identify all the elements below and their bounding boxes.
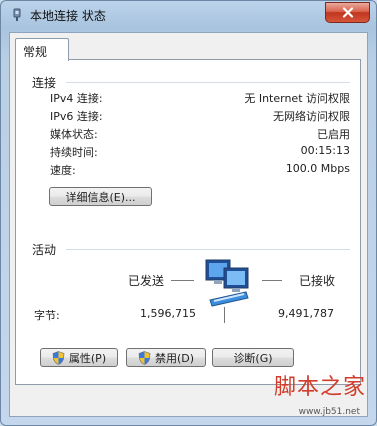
- ipv6-label: IPv6 连接:: [50, 110, 103, 123]
- ipv4-value: 无 Internet 访问权限: [244, 92, 350, 105]
- activity-heading: 活动: [32, 243, 57, 257]
- dialog-window: 本地连接 状态 常规 连接 IPv4 连接: 无 Internet 访问权限 I…: [0, 0, 377, 426]
- connection-heading: 连接: [32, 76, 57, 90]
- tab-panel: 连接 IPv4 连接: 无 Internet 访问权限 IPv6 连接: 无网络…: [15, 59, 361, 385]
- properties-label: 属性(P): [68, 351, 107, 365]
- row-speed: 速度: 100.0 Mbps: [50, 162, 350, 178]
- speed-label: 速度:: [50, 164, 76, 177]
- row-duration: 持续时间: 00:15:13: [50, 144, 350, 160]
- activity-separator: [224, 307, 225, 323]
- duration-label: 持续时间:: [50, 146, 98, 159]
- row-ipv6: IPv6 连接: 无网络访问权限: [50, 108, 350, 124]
- tab-general[interactable]: 常规: [15, 38, 69, 61]
- network-connection-icon: [13, 8, 21, 21]
- details-button[interactable]: 详细信息(E)...: [49, 187, 152, 206]
- received-label: 已接收: [299, 274, 336, 288]
- sent-line: [171, 280, 194, 281]
- shield-icon: [52, 350, 65, 365]
- speed-value: 100.0 Mbps: [285, 162, 350, 175]
- disable-label: 禁用(D): [154, 351, 195, 365]
- row-ipv4: IPv4 连接: 无 Internet 访问权限: [50, 90, 350, 106]
- media-state-value: 已启用: [317, 128, 350, 141]
- received-line: [262, 280, 282, 281]
- diagnose-button[interactable]: 诊断(G): [212, 348, 294, 367]
- sent-label: 已发送: [128, 274, 165, 288]
- ipv6-value: 无网络访问权限: [273, 110, 350, 123]
- shield-icon: [138, 350, 151, 365]
- connection-divider: [66, 82, 350, 83]
- close-icon: [342, 7, 353, 18]
- properties-button[interactable]: 属性(P): [40, 348, 118, 367]
- tab-label: 常规: [23, 45, 48, 59]
- received-bytes-value: 9,491,787: [278, 307, 334, 320]
- activity-divider: [66, 249, 350, 250]
- close-button[interactable]: [325, 2, 370, 23]
- disable-button[interactable]: 禁用(D): [126, 348, 206, 367]
- duration-value: 00:15:13: [300, 144, 350, 157]
- ipv4-label: IPv4 连接:: [50, 92, 103, 105]
- bytes-label: 字节:: [34, 309, 60, 322]
- network-activity-icon: [205, 259, 249, 307]
- sent-bytes-value: 1,596,715: [140, 307, 196, 320]
- row-media-state: 媒体状态: 已启用: [50, 126, 350, 142]
- dialog-client: 常规 连接 IPv4 连接: 无 Internet 访问权限 IPv6 连接: …: [9, 32, 368, 417]
- title-bar[interactable]: 本地连接 状态: [1, 1, 376, 29]
- watermark-url: www.jb51.net: [298, 407, 360, 417]
- window-title: 本地连接 状态: [30, 9, 106, 23]
- watermark-brand: 脚本之家: [273, 375, 366, 400]
- media-state-label: 媒体状态:: [50, 128, 98, 141]
